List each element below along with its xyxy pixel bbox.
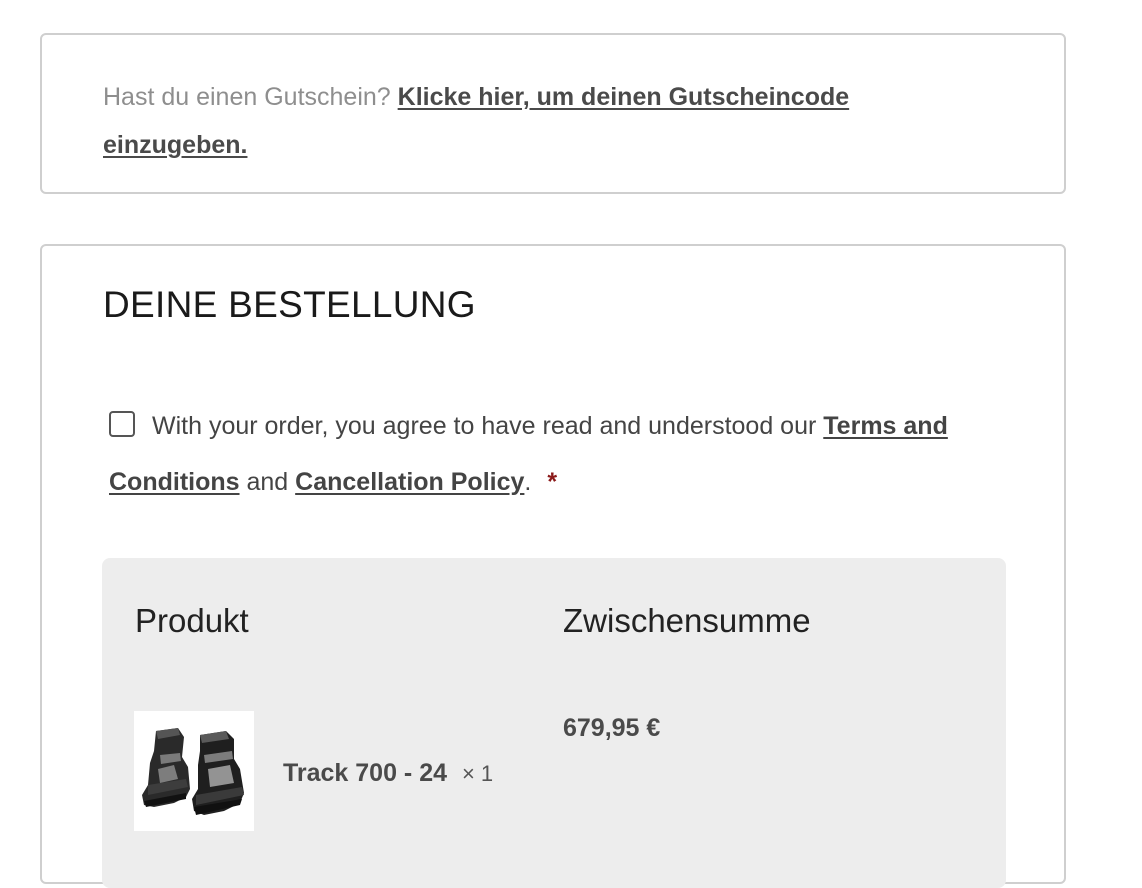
column-header-subtotal: Zwischensumme <box>563 602 811 639</box>
product-quantity: × 1 <box>461 761 494 786</box>
terms-period: . <box>524 468 532 496</box>
coupon-notice: Hast du einen Gutschein? Klicke hier, um… <box>40 33 1066 194</box>
order-review-panel: DEINE BESTELLUNG With your order, you ag… <box>40 244 1066 888</box>
ski-boots-image <box>134 711 254 831</box>
terms-checkbox[interactable] <box>109 411 135 437</box>
order-summary-table: Produkt Zwischensumme Track 700 - 24 × 1… <box>102 558 1006 888</box>
coupon-prompt: Hast du einen Gutschein? <box>103 83 391 111</box>
product-name: Track 700 - 24 <box>283 759 448 787</box>
required-marker: * <box>547 468 558 496</box>
cancellation-policy-link[interactable]: Cancellation Policy <box>295 468 524 496</box>
product-subtotal: 679,95 € <box>563 714 661 742</box>
terms-agreement: With your order, you agree to have read … <box>109 398 1019 510</box>
terms-text: With your order, you agree to have read … <box>152 412 817 440</box>
terms-and-text: and <box>246 468 289 496</box>
column-header-product: Produkt <box>135 602 249 639</box>
order-title: DEINE BESTELLUNG <box>103 284 476 325</box>
coupon-text: Hast du einen Gutschein? Klicke hier, um… <box>103 73 943 169</box>
product-row-name: Track 700 - 24 × 1 <box>283 759 493 788</box>
ski-boots-icon <box>142 728 244 815</box>
